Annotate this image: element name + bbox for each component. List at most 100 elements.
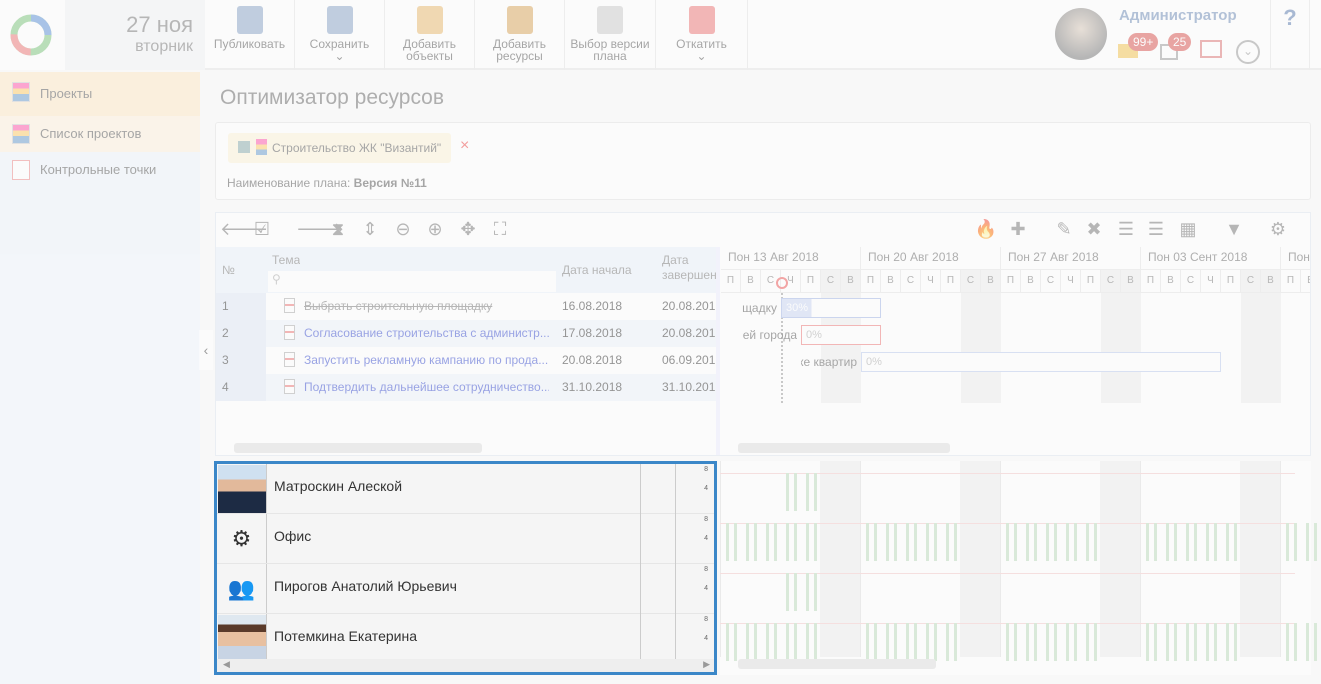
filter-icon[interactable]: ▼ [1222, 217, 1246, 241]
axis-tick-high: 8 [704, 616, 708, 623]
task-start: 17.08.2018 [562, 326, 623, 340]
add-objects-button[interactable]: Добавить объекты [385, 0, 475, 70]
edit-icon[interactable]: ✎ [1052, 217, 1076, 241]
remove-project-icon[interactable]: × [460, 137, 469, 155]
mail-badge: 99+ [1128, 33, 1159, 51]
scroll-right-icon[interactable]: ▶ [703, 659, 710, 670]
app-logo[interactable] [0, 0, 65, 70]
load-bar [946, 623, 949, 661]
load-bar [1054, 523, 1057, 561]
help-button[interactable]: ? [1270, 0, 1310, 70]
resource-scrollbar[interactable]: ◀ ▶ [217, 659, 714, 672]
publish-button[interactable]: Публиковать [205, 0, 295, 70]
task-row[interactable]: 3 Запустить рекламную кампанию по прода.… [216, 347, 716, 374]
collapse-sidebar-button[interactable]: ‹ [199, 330, 213, 370]
resource-avatar [217, 614, 267, 663]
sort-icon[interactable]: ⇕ [358, 217, 382, 241]
axis-tick-low: 4 [704, 485, 708, 492]
load-bar [786, 523, 789, 561]
critical-path-icon[interactable]: 🔥 [974, 217, 998, 241]
plan-version-button[interactable]: Выбор версии плана [565, 0, 656, 70]
delete-icon[interactable]: ✖ [1082, 217, 1106, 241]
calendar-icon[interactable] [1200, 40, 1222, 58]
load-bar [1154, 523, 1157, 561]
col-topic[interactable]: Тема [272, 253, 300, 267]
task-row[interactable]: 1 Выбрать строительную площадку 16.08.20… [216, 293, 716, 320]
task-topic[interactable]: Запустить рекламную кампанию по прода... [304, 353, 549, 367]
task-topic[interactable]: Подтвердить дальнейшее сотрудничество... [304, 380, 549, 394]
chart-scrollbar[interactable] [738, 659, 936, 669]
user-avatar[interactable] [1055, 8, 1107, 60]
day-header: В [841, 270, 861, 293]
task-bar[interactable]: 30% [781, 298, 881, 318]
load-bar [794, 623, 797, 661]
zoom-in-icon[interactable]: ⊕ [423, 217, 447, 241]
sidebar-item-label: Проекты [40, 86, 93, 101]
load-bar [1206, 623, 1209, 661]
add-resources-button[interactable]: Добавить ресурсы [475, 0, 565, 70]
load-bar [1226, 623, 1229, 661]
sidebar-item-milestones[interactable]: Контрольные точки [0, 152, 200, 188]
topic-search-input[interactable]: ⚲ [268, 271, 556, 292]
task-bar[interactable]: 0% [801, 325, 881, 345]
col-num[interactable]: № [222, 263, 235, 277]
settings-icon[interactable]: ⚙ [1266, 217, 1290, 241]
task-topic[interactable]: Выбрать строительную площадку [304, 299, 549, 313]
day-header: В [881, 270, 901, 293]
resource-load-chart [720, 461, 1317, 675]
page-title: Оптимизатор ресурсов [220, 86, 445, 109]
scroll-left-icon[interactable]: ◀ [223, 659, 230, 670]
chevron-down-icon[interactable]: ⌄ [1236, 40, 1260, 64]
load-bar [906, 523, 909, 561]
rollback-button[interactable]: Откатить ⌄ [656, 0, 748, 70]
user-name[interactable]: Администратор [1119, 7, 1237, 24]
grid-scrollbar[interactable] [234, 443, 482, 453]
axis-tick-low: 4 [704, 635, 708, 642]
load-bar [1094, 623, 1097, 661]
load-bar [1186, 523, 1189, 561]
day-header: П [1141, 270, 1161, 293]
fit-icon[interactable]: ⛶ [488, 217, 512, 241]
sidebar-item-project-list[interactable]: Список проектов [0, 116, 200, 152]
load-bar [1046, 523, 1049, 561]
collapse-icon[interactable]: ⧗ [326, 217, 350, 241]
sidebar-item-projects[interactable]: Проекты [0, 72, 200, 116]
calendar-icon[interactable]: ▦ [1176, 217, 1200, 241]
arrow-right-icon[interactable]: 🡒 [296, 217, 344, 241]
task-rows: 1 Выбрать строительную площадку 16.08.20… [216, 293, 716, 403]
load-bar [1014, 623, 1017, 661]
project-chip[interactable]: Строительство ЖК "Византий" [228, 133, 452, 163]
indent-icon[interactable]: ☰ [1114, 217, 1138, 241]
arrow-left-icon[interactable]: 🡐 [220, 217, 268, 241]
outdent-icon[interactable]: ☰ [1144, 217, 1168, 241]
task-row[interactable]: 4 Подтвердить дальнейшее сотрудничество.… [216, 374, 716, 401]
load-bar [754, 623, 757, 661]
chevron-down-icon: ⌄ [334, 49, 345, 63]
week-header: Пон 27 Авг 2018 [1001, 247, 1141, 270]
rollback-icon [688, 6, 715, 34]
task-topic[interactable]: Согласование строительства с администр..… [304, 326, 549, 340]
splitter[interactable] [716, 247, 720, 455]
load-bar [726, 523, 729, 561]
load-bar [1046, 623, 1049, 661]
zoom-out-icon[interactable]: ⊖ [391, 217, 415, 241]
load-bar [1214, 623, 1217, 661]
load-bar [1186, 623, 1189, 661]
load-bar [894, 523, 897, 561]
task-bar[interactable]: 0% [861, 352, 1221, 372]
day-header: П [801, 270, 821, 293]
project-name: Строительство ЖК "Византий" [272, 141, 442, 155]
load-bar [1206, 523, 1209, 561]
task-row[interactable]: 2 Согласование строительства с администр… [216, 320, 716, 347]
save-button[interactable]: Сохранить ⌄ [295, 0, 385, 70]
resource-name: Потемкина Екатерина [274, 628, 417, 644]
move-icon[interactable]: ✥ [456, 217, 480, 241]
timeline-scrollbar[interactable] [738, 443, 950, 453]
user-panel: Администратор 99+ 25 ⌄ [1050, 0, 1270, 70]
load-bar [766, 523, 769, 561]
edit-icon[interactable] [238, 141, 250, 153]
calendar-check-icon[interactable]: ☑ [250, 217, 274, 241]
add-icon[interactable]: ✚ [1006, 217, 1030, 241]
col-start[interactable]: Дата начала [562, 263, 632, 277]
col-end[interactable]: Дата завершен [662, 253, 716, 283]
